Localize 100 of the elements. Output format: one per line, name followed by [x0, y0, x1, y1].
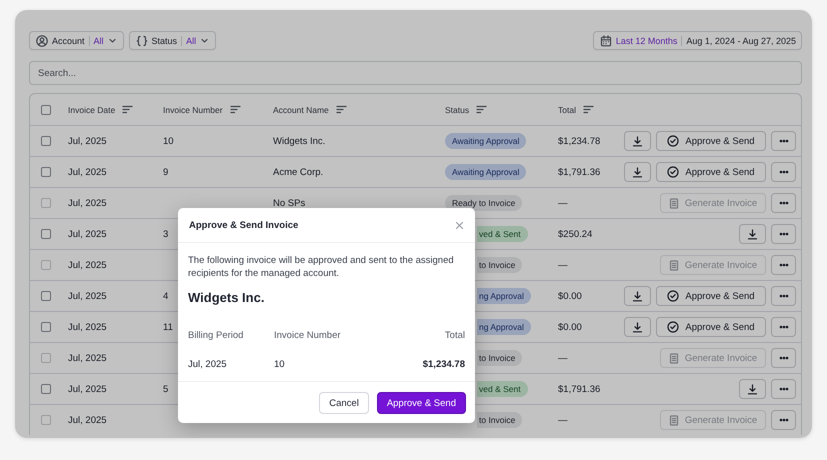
filter-dropdown[interactable]: Status All	[128, 31, 216, 50]
table-cell: 10	[163, 136, 174, 146]
status-badge: to Invoice	[477, 257, 522, 273]
more-icon	[778, 387, 788, 391]
row-checkbox[interactable]	[41, 136, 51, 146]
select-all-checkbox[interactable]	[41, 104, 51, 114]
approve-send-button[interactable]: Approve & Send	[656, 131, 766, 151]
table-cell: 9	[163, 166, 168, 178]
search-field[interactable]: Search...	[29, 61, 802, 85]
close-icon[interactable]	[455, 220, 464, 230]
more-button[interactable]	[771, 131, 796, 151]
status-badge: Ready to Invoice	[445, 195, 522, 211]
document-icon	[668, 198, 679, 208]
table-cell: Jul, 2025	[68, 228, 107, 240]
column-header: Invoice Date	[68, 104, 116, 114]
table-cell: $1,791.36	[558, 384, 600, 394]
download-button[interactable]	[624, 286, 651, 306]
more-icon	[778, 201, 788, 205]
more-button[interactable]	[771, 410, 796, 430]
dialog-message: The following invoice will be approved and sent to the assigned recipients for the managed account.	[188, 254, 455, 280]
table-cell: Widgets Inc.	[273, 136, 326, 146]
chevron-icon	[200, 36, 210, 45]
more-button[interactable]	[771, 317, 796, 337]
table-cell: —	[558, 352, 568, 364]
row-checkbox[interactable]	[41, 322, 51, 332]
table-cell: 4	[163, 290, 168, 302]
approve-send-button[interactable]: Approve & Send	[376, 392, 466, 414]
row-checkbox[interactable]	[41, 384, 51, 394]
row-checkbox[interactable]	[41, 229, 51, 239]
status-badge: to Invoice	[477, 412, 522, 428]
status-badge: to Invoice	[477, 350, 522, 366]
check-circle-icon	[667, 166, 680, 178]
sort-icon[interactable]	[230, 105, 241, 114]
more-button[interactable]	[771, 224, 796, 244]
account-name: Widgets Inc.	[188, 290, 266, 305]
more-button[interactable]	[771, 379, 796, 399]
sort-icon[interactable]	[122, 105, 134, 114]
column-header: Invoice Number	[163, 104, 223, 114]
table-cell: Jul, 2025	[68, 414, 107, 426]
download-button[interactable]	[739, 224, 766, 244]
document-icon	[668, 352, 679, 364]
more-icon	[778, 139, 788, 143]
filter-dropdown[interactable]: Account All	[29, 31, 124, 50]
table-cell: 11	[163, 322, 173, 332]
status-badge: ved & Sent	[477, 226, 528, 242]
sort-icon[interactable]	[336, 105, 347, 114]
download-icon	[632, 290, 643, 302]
calendar-icon	[600, 34, 612, 46]
date-range-picker[interactable]: Last 12 Months Aug 1, 2024 - Aug 27, 2025	[592, 31, 802, 50]
download-icon	[747, 228, 758, 240]
row-checkbox[interactable]	[41, 167, 51, 177]
more-icon	[778, 294, 788, 298]
column-header: Total	[558, 104, 576, 114]
cancel-button[interactable]: Cancel	[319, 392, 369, 414]
table-cell: $0.00	[558, 322, 582, 332]
download-button[interactable]	[739, 379, 766, 399]
download-button[interactable]	[624, 131, 651, 151]
approve-send-button[interactable]: Approve & Send	[656, 317, 766, 337]
table-cell: $0.00	[558, 290, 582, 302]
table-cell: Acme Corp.	[273, 166, 324, 178]
more-icon	[778, 356, 788, 360]
status-badge: ng Approval	[477, 319, 531, 335]
table-cell: Jul, 2025	[68, 198, 107, 208]
more-button[interactable]	[771, 162, 796, 182]
more-icon	[778, 325, 788, 329]
table-cell: 5	[163, 384, 168, 394]
table-cell: —	[558, 260, 568, 270]
table-cell: Jul, 2025	[188, 358, 227, 370]
row-checkbox[interactable]	[41, 291, 51, 301]
approve-send-button[interactable]: Approve & Send	[656, 162, 766, 182]
more-button[interactable]	[771, 255, 796, 275]
sort-icon[interactable]	[476, 105, 488, 114]
column-header: Billing Period	[188, 330, 244, 341]
more-button[interactable]	[771, 348, 796, 368]
more-icon	[778, 263, 788, 267]
more-button[interactable]	[771, 193, 796, 213]
document-icon	[668, 414, 679, 426]
download-button[interactable]	[624, 317, 651, 337]
status-badge: ved & Sent	[477, 381, 528, 397]
approve-send-button[interactable]: Approve & Send	[656, 286, 766, 306]
more-button[interactable]	[771, 286, 796, 306]
download-icon	[632, 166, 643, 178]
download-icon	[632, 322, 643, 332]
download-icon	[747, 384, 758, 394]
sort-icon[interactable]	[582, 105, 594, 114]
table-cell: Jul, 2025	[68, 290, 107, 302]
table-cell: $1,234.78	[422, 358, 465, 370]
more-icon	[778, 232, 788, 236]
table-cell: 10	[274, 358, 285, 370]
table-cell: —	[558, 198, 568, 208]
download-button[interactable]	[624, 162, 651, 182]
document-icon	[668, 260, 679, 270]
table-cell: 3	[163, 228, 168, 240]
table-cell: Jul, 2025	[68, 352, 107, 364]
table-cell: Jul, 2025	[68, 384, 107, 394]
table-cell: $250.24	[558, 228, 592, 240]
table-cell: Jul, 2025	[68, 260, 107, 270]
check-circle-icon	[667, 321, 680, 333]
table-cell: —	[558, 414, 568, 426]
status-badge: Awaiting Approval	[445, 133, 526, 149]
